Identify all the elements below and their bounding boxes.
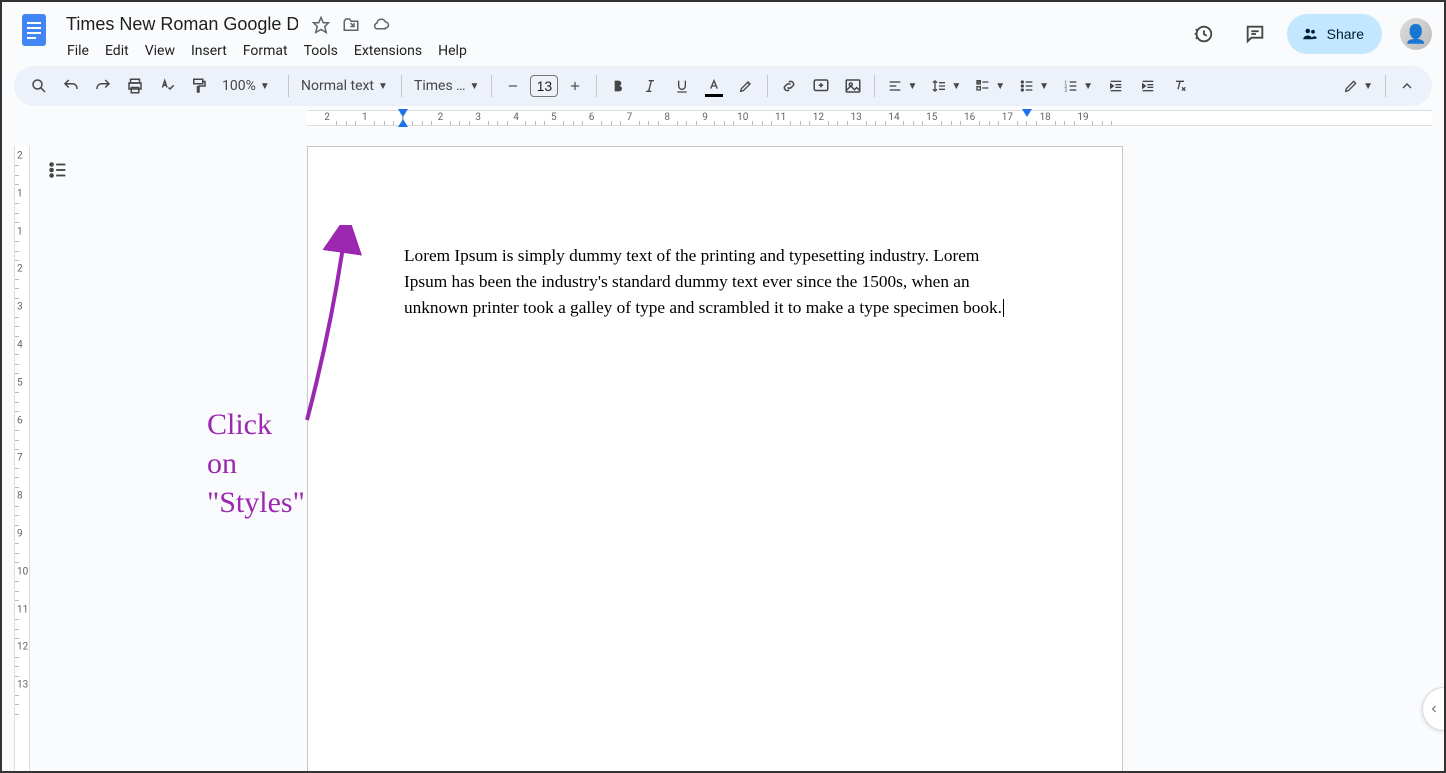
docs-logo-icon[interactable] (14, 10, 54, 50)
menu-help[interactable]: Help (431, 39, 474, 63)
toolbar: 100% ▼ Normal text ▼ Times … ▼ ▼ ▼ (14, 66, 1432, 106)
move-icon[interactable] (342, 16, 360, 34)
insert-image-button[interactable] (838, 71, 868, 101)
numbered-list-dropdown[interactable]: 123▼ (1057, 71, 1099, 101)
menu-format[interactable]: Format (236, 39, 295, 63)
svg-text:3: 3 (1064, 88, 1067, 94)
text-cursor (1003, 299, 1004, 317)
share-label: Share (1327, 26, 1364, 42)
zoom-dropdown[interactable]: 100% ▼ (216, 71, 282, 101)
title-row (58, 10, 1183, 37)
outline-toggle-icon[interactable] (42, 154, 74, 186)
checklist-dropdown[interactable]: ▼ (969, 71, 1011, 101)
clear-formatting-button[interactable] (1165, 71, 1195, 101)
cloud-status-icon[interactable] (372, 16, 390, 34)
print-icon[interactable] (120, 71, 150, 101)
undo-icon[interactable] (56, 71, 86, 101)
page-content[interactable]: Lorem Ipsum is simply dummy text of the … (308, 147, 1122, 417)
caret-down-icon: ▼ (1039, 81, 1049, 92)
menu-tools[interactable]: Tools (297, 39, 345, 63)
caret-down-icon: ▼ (378, 81, 388, 92)
align-dropdown[interactable]: ▼ (881, 71, 923, 101)
editing-mode-dropdown[interactable]: ▼ (1337, 71, 1379, 101)
separator (491, 75, 492, 97)
caret-down-icon: ▼ (260, 81, 270, 92)
separator (767, 75, 768, 97)
menu-edit[interactable]: Edit (98, 39, 136, 63)
caret-down-icon: ▼ (907, 81, 917, 92)
ruler-area: 2112345678910111213141516171819 (2, 110, 1444, 130)
menu-insert[interactable]: Insert (184, 39, 234, 63)
separator (596, 75, 597, 97)
vertical-ruler[interactable]: 2112345678910111213 (8, 130, 34, 771)
star-icon[interactable] (312, 16, 330, 34)
horizontal-ruler[interactable]: 2112345678910111213141516171819 (307, 110, 1432, 126)
menu-bar: File Edit View Insert Format Tools Exten… (58, 37, 1183, 63)
search-icon[interactable] (24, 71, 54, 101)
left-panel (34, 130, 82, 771)
decrease-fontsize-button[interactable] (498, 71, 528, 101)
italic-button[interactable] (635, 71, 665, 101)
line-spacing-dropdown[interactable]: ▼ (925, 71, 967, 101)
caret-down-icon: ▼ (995, 81, 1005, 92)
caret-down-icon: ▼ (1083, 81, 1093, 92)
styles-dropdown[interactable]: Normal text ▼ (295, 71, 395, 101)
menu-extensions[interactable]: Extensions (347, 39, 429, 63)
caret-down-icon: ▼ (1363, 81, 1373, 92)
increase-fontsize-button[interactable] (560, 71, 590, 101)
decrease-indent-button[interactable] (1101, 71, 1131, 101)
caret-down-icon: ▼ (470, 81, 480, 92)
caret-down-icon: ▼ (951, 81, 961, 92)
body-text[interactable]: Lorem Ipsum is simply dummy text of the … (404, 246, 1002, 317)
fontsize-input[interactable] (530, 75, 558, 97)
header: File Edit View Insert Format Tools Exten… (2, 2, 1444, 66)
insert-link-button[interactable] (774, 71, 804, 101)
font-dropdown[interactable]: Times … ▼ (408, 71, 485, 101)
separator (288, 75, 289, 97)
avatar[interactable]: 👤 (1400, 18, 1432, 50)
bulleted-list-dropdown[interactable]: ▼ (1013, 71, 1055, 101)
increase-indent-button[interactable] (1133, 71, 1163, 101)
document-title-input[interactable] (62, 12, 302, 37)
separator (874, 75, 875, 97)
text-color-button[interactable] (699, 71, 729, 101)
spellcheck-icon[interactable] (152, 71, 182, 101)
menu-view[interactable]: View (138, 39, 182, 63)
canvas-area[interactable]: Lorem Ipsum is simply dummy text of the … (82, 130, 1444, 771)
collapse-toolbar-button[interactable] (1392, 71, 1422, 101)
underline-button[interactable] (667, 71, 697, 101)
separator (1385, 75, 1386, 97)
paint-format-icon[interactable] (184, 71, 214, 101)
workspace: 2112345678910111213 Lorem Ipsum is simpl… (2, 130, 1444, 771)
redo-icon[interactable] (88, 71, 118, 101)
font-value: Times … (414, 78, 466, 94)
history-icon[interactable] (1183, 14, 1223, 54)
menu-file[interactable]: File (60, 39, 96, 63)
share-button[interactable]: Share (1287, 14, 1382, 54)
bold-button[interactable] (603, 71, 633, 101)
header-right: Share 👤 (1183, 10, 1432, 54)
styles-value: Normal text (301, 78, 374, 94)
header-center: File Edit View Insert Format Tools Exten… (58, 10, 1183, 63)
fontsize-group (498, 71, 590, 101)
comments-icon[interactable] (1235, 14, 1275, 54)
zoom-value: 100% (222, 78, 256, 94)
separator (401, 75, 402, 97)
document-page[interactable]: Lorem Ipsum is simply dummy text of the … (307, 146, 1123, 771)
title-icons (312, 16, 390, 34)
highlight-button[interactable] (731, 71, 761, 101)
people-icon (1301, 25, 1319, 43)
insert-comment-button[interactable] (806, 71, 836, 101)
toolbar-wrap: 100% ▼ Normal text ▼ Times … ▼ ▼ ▼ (2, 66, 1444, 106)
